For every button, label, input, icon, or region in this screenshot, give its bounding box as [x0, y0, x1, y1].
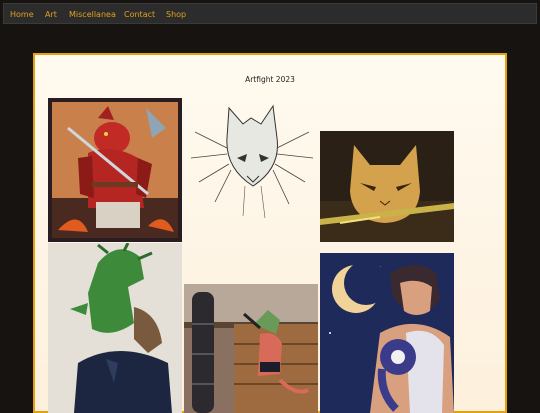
- gallery-panel: Artfight 2023: [33, 53, 507, 413]
- nav-shop-link[interactable]: Shop: [166, 4, 186, 25]
- artwork-lizard-gym[interactable]: [184, 284, 318, 413]
- artwork-moon-warrior[interactable]: [320, 253, 454, 413]
- nav-art-link[interactable]: Art: [45, 4, 57, 25]
- nav-home-link[interactable]: Home: [10, 4, 34, 25]
- artwork-green-dragon-hooded[interactable]: [48, 243, 182, 413]
- nav-miscellanea-link[interactable]: Miscellanea: [69, 4, 116, 25]
- artwork-white-creature-sketch[interactable]: [185, 98, 319, 228]
- top-navbar: Home Art Miscellanea Contact Shop: [3, 3, 537, 24]
- artwork-cat-with-sword[interactable]: [320, 131, 454, 242]
- artwork-red-dragon-warrior[interactable]: [48, 98, 182, 242]
- nav-contact-link[interactable]: Contact: [124, 4, 155, 25]
- gallery-title: Artfight 2023: [245, 75, 295, 84]
